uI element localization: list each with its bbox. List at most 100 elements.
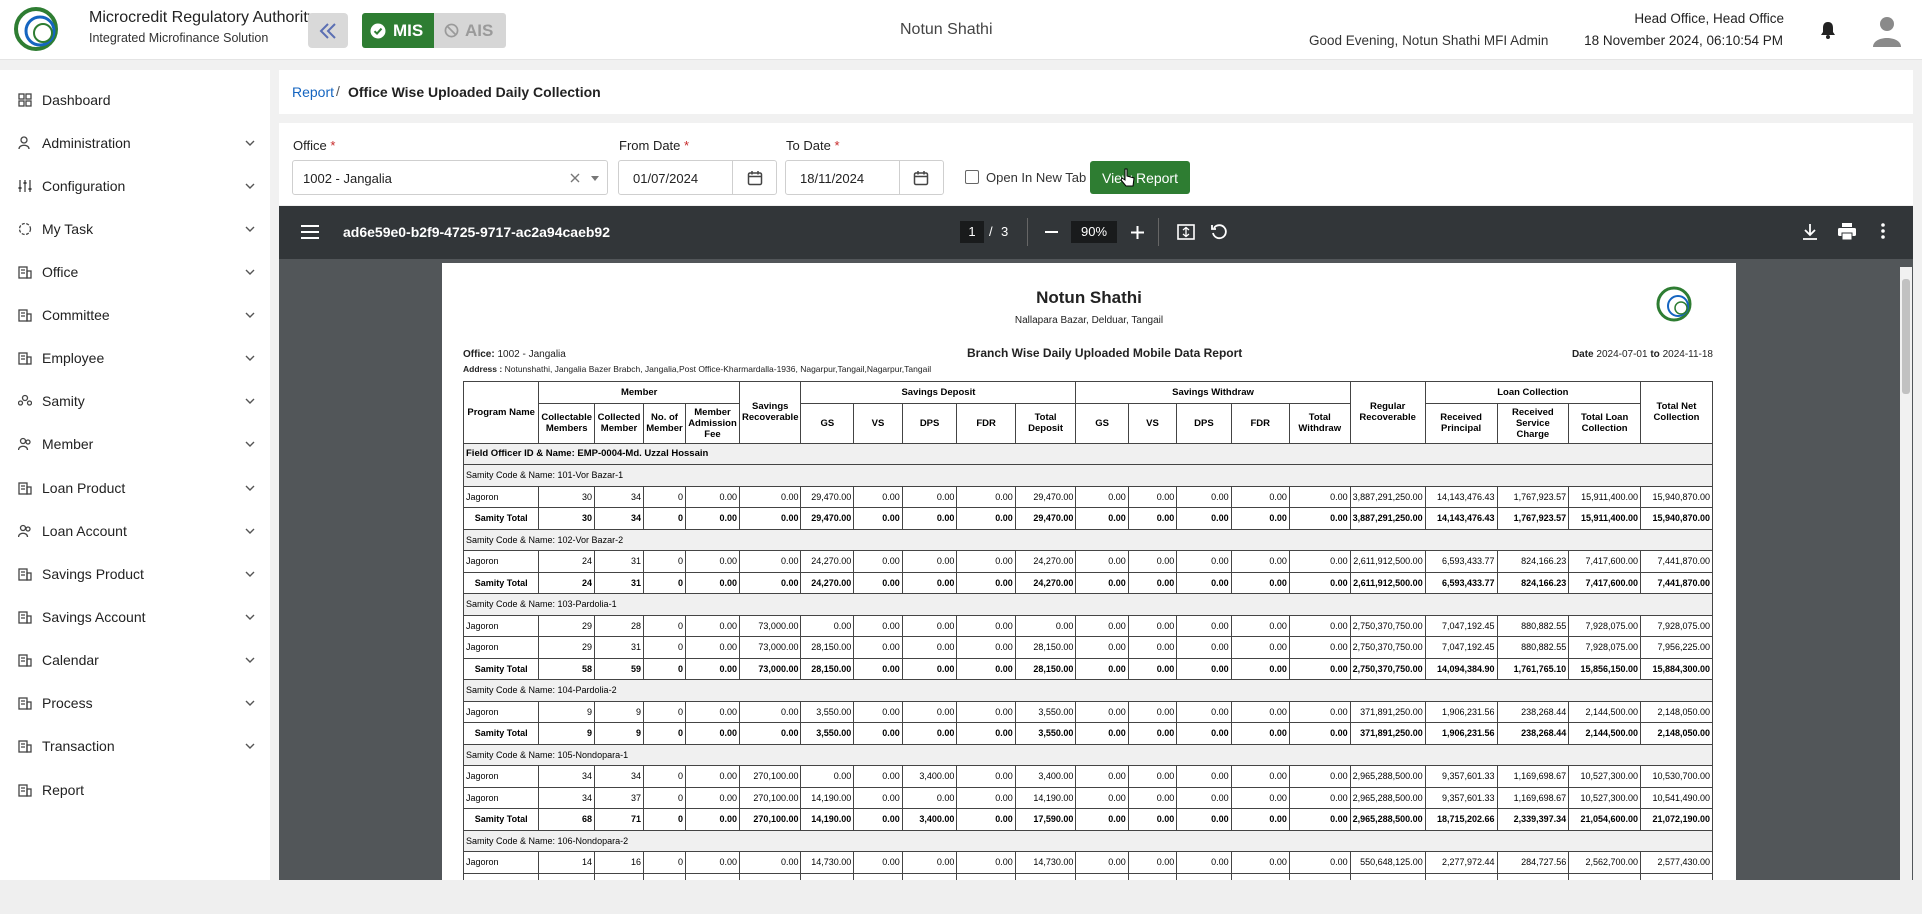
calendar-icon[interactable]: [913, 170, 929, 186]
clear-icon[interactable]: [570, 173, 580, 183]
table-cell: 3,887,291,250.00: [1349, 507, 1426, 530]
caret-down-icon[interactable]: [591, 176, 599, 181]
table-cell: 284,727.56: [1496, 851, 1570, 874]
col-withdraw-dps: DPS: [1176, 402, 1232, 444]
table-cell: 0.00: [1288, 614, 1351, 637]
to-date-input[interactable]: 18/11/2024: [785, 160, 944, 195]
table-cell: 59: [594, 657, 644, 680]
menu-icon[interactable]: [301, 225, 319, 239]
sidebar-item-loan-product[interactable]: Loan Product: [0, 472, 270, 502]
building-icon: [18, 482, 32, 495]
table-cell: 0.00: [956, 550, 1016, 573]
samity-header-cell: Samity Code & Name: 106-Nondopara-2: [463, 829, 1713, 852]
col-collected-member: Collected Member: [594, 402, 644, 444]
sidebar-item-savings-product[interactable]: Savings Product: [0, 558, 270, 588]
table-cell: 0.00: [853, 657, 903, 680]
sidebar-item-administration[interactable]: Administration: [0, 127, 270, 157]
rotate-icon[interactable]: [1210, 223, 1228, 241]
table-cell: 37: [594, 786, 644, 809]
table-cell: 28,150.00: [1014, 636, 1077, 659]
col-total-loan-collection: Total Loan Collection: [1568, 402, 1641, 444]
sidebar-item-configuration[interactable]: Configuration: [0, 170, 270, 200]
ais-toggle-button[interactable]: AIS: [434, 13, 506, 48]
sidebar-item-process[interactable]: Process: [0, 687, 270, 717]
table-cell: 0.00: [901, 507, 958, 530]
table-cell: 0.00: [1176, 657, 1232, 680]
zoom-out-icon[interactable]: [1045, 231, 1058, 233]
table-cell: 0.00: [684, 786, 740, 809]
sidebar-item-employee[interactable]: Employee: [0, 342, 270, 372]
table-cell: 2,277,972.44: [1424, 851, 1498, 874]
download-icon[interactable]: [1803, 224, 1817, 240]
user-avatar-icon[interactable]: [1870, 13, 1904, 47]
building-icon: [18, 697, 32, 710]
calendar-icon[interactable]: [747, 170, 763, 186]
table-cell: 880,882.55: [1496, 636, 1570, 659]
sidebar-item-member[interactable]: Member: [0, 428, 270, 458]
building-icon: [18, 568, 32, 581]
pdf-scrollbar[interactable]: [1900, 267, 1912, 882]
sidebar-item-office[interactable]: Office: [0, 256, 270, 286]
col-deposit-vs: VS: [853, 402, 903, 444]
table-cell: 2,611,912,500.00: [1349, 550, 1426, 573]
from-date-input[interactable]: 01/07/2024: [618, 160, 777, 195]
page-number-input[interactable]: 1: [960, 221, 984, 243]
more-options-icon[interactable]: [1881, 223, 1885, 239]
table-cell: 3,400.00: [901, 765, 958, 788]
table-cell: 2,965,288,500.00: [1349, 808, 1426, 831]
fit-page-icon[interactable]: [1177, 224, 1195, 240]
bell-icon[interactable]: [1818, 20, 1838, 40]
pdf-viewer[interactable]: Notun Shathi Nallapara Bazar, Delduar, T…: [279, 259, 1913, 882]
col-no-of-member: No. of Member: [643, 402, 686, 444]
table-cell: 0.00: [956, 636, 1016, 659]
sidebar-item-label: Process: [42, 695, 93, 711]
ban-icon: [444, 23, 459, 38]
table-cell: 0: [643, 485, 686, 508]
sidebar-item-report[interactable]: Report: [0, 774, 270, 804]
sidebar-item-loan-account[interactable]: Loan Account: [0, 515, 270, 545]
grid-icon: [18, 93, 32, 107]
table-cell: 0.00: [1230, 786, 1290, 809]
sidebar-item-my-task[interactable]: My Task: [0, 213, 270, 243]
mis-toggle-button[interactable]: MIS: [362, 13, 436, 48]
table-cell: 0.00: [1127, 614, 1178, 637]
to-date-label: To Date *: [786, 138, 840, 153]
sidebar-item-dashboard[interactable]: Dashboard: [0, 84, 270, 114]
table-cell: 0.00: [956, 700, 1016, 723]
table-cell: 0.00: [853, 722, 903, 745]
table-cell: 0.00: [1176, 700, 1232, 723]
double-chevron-left-icon: [319, 22, 336, 39]
open-new-tab-checkbox[interactable]: [965, 170, 979, 184]
users-cog-icon: [18, 136, 30, 150]
sidebar-item-label: Configuration: [42, 178, 126, 194]
sidebar-item-label: Savings Account: [42, 609, 146, 625]
chevron-down-icon: [245, 183, 255, 189]
print-icon[interactable]: [1838, 223, 1856, 240]
sidebar-item-committee[interactable]: Committee: [0, 299, 270, 329]
office-select[interactable]: 1002 - Jangalia: [292, 160, 608, 195]
breadcrumb-report-link[interactable]: Report: [292, 84, 334, 100]
table-cell: 270,100.00: [738, 786, 802, 809]
collapse-sidebar-button[interactable]: [308, 13, 348, 48]
sidebar-item-transaction[interactable]: Transaction: [0, 730, 270, 760]
zoom-in-icon[interactable]: [1131, 226, 1144, 239]
sidebar-item-label: Dashboard: [42, 92, 111, 108]
sidebar-item-samity[interactable]: Samity: [0, 385, 270, 415]
sidebar-item-calendar[interactable]: Calendar: [0, 644, 270, 674]
table-cell: 14,730.00: [800, 851, 855, 874]
table-cell: 1,761,765.10: [1496, 657, 1570, 680]
table-cell: 0.00: [1127, 507, 1178, 530]
table-cell: 0: [643, 571, 686, 594]
cursor-pointer-icon: [1120, 168, 1135, 187]
zoom-level-input[interactable]: 90%: [1071, 221, 1117, 243]
table-cell: 28: [594, 614, 644, 637]
table-cell: 0.00: [1288, 636, 1351, 659]
sidebar-item-savings-account[interactable]: Savings Account: [0, 601, 270, 631]
table-cell: 21,072,190.00: [1640, 808, 1713, 831]
view-report-button[interactable]: View Report: [1090, 161, 1190, 194]
table-cell: Samity Total: [462, 571, 540, 594]
table-cell: 31: [594, 636, 644, 659]
table-cell: 29,470.00: [800, 485, 855, 508]
pdf-scrollbar-thumb[interactable]: [1902, 279, 1910, 394]
table-cell: 0.00: [956, 765, 1016, 788]
